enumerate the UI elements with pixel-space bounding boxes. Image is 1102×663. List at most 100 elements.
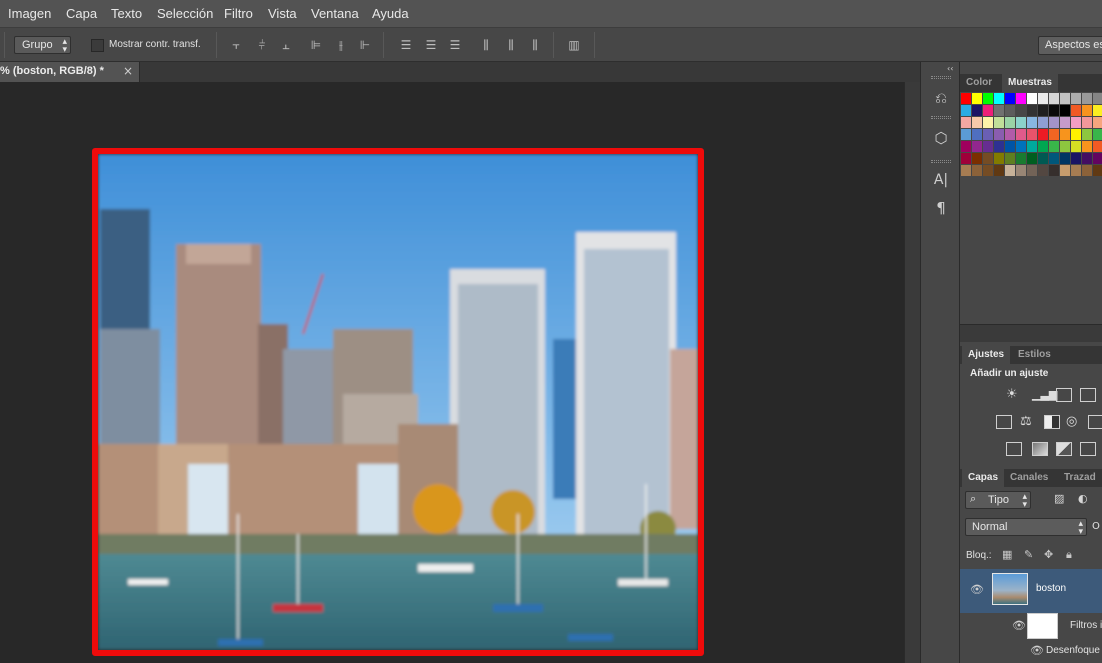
color-swatch[interactable] — [961, 153, 971, 164]
black-white-icon[interactable] — [1044, 415, 1060, 429]
color-swatch[interactable] — [972, 141, 982, 152]
menu-ventana[interactable]: Ventana — [311, 6, 359, 21]
workspace-button[interactable]: Aspectos ese — [1038, 36, 1102, 55]
color-swatch[interactable] — [1005, 153, 1015, 164]
show-transform-checkbox[interactable] — [91, 39, 104, 52]
color-swatch[interactable] — [1060, 165, 1070, 176]
color-swatch[interactable] — [1027, 153, 1037, 164]
tab-estilos[interactable]: Estilos — [1012, 346, 1057, 364]
visibility-eye-icon[interactable]: 👁︎ — [970, 583, 984, 596]
color-swatch[interactable] — [1016, 153, 1026, 164]
selective-color-icon[interactable] — [1080, 442, 1096, 456]
exposure-icon[interactable] — [1080, 388, 1096, 402]
color-swatch[interactable] — [1082, 141, 1092, 152]
levels-icon[interactable]: ▁▃▆ — [1032, 388, 1057, 402]
color-swatch[interactable] — [1038, 153, 1048, 164]
color-swatch[interactable] — [1016, 105, 1026, 116]
color-swatch[interactable] — [1093, 105, 1102, 116]
color-swatch[interactable] — [1038, 165, 1048, 176]
menu-seleccion[interactable]: Selección — [157, 6, 213, 21]
3d-cube-icon[interactable]: ⬡ — [931, 128, 951, 148]
color-swatch[interactable] — [1093, 153, 1102, 164]
color-swatch[interactable] — [1071, 129, 1081, 140]
color-swatch[interactable] — [1016, 93, 1026, 104]
threshold-icon[interactable] — [1056, 442, 1072, 456]
menu-texto[interactable]: Texto — [111, 6, 142, 21]
align-bottom-icon[interactable]: ⫠ — [278, 37, 294, 53]
align-vcenter-icon[interactable]: ⫩ — [254, 37, 270, 53]
menu-vista[interactable]: Vista — [268, 6, 297, 21]
color-swatch[interactable] — [972, 153, 982, 164]
color-swatch[interactable] — [972, 117, 982, 128]
distribute-bottom-icon[interactable]: ☰ — [447, 37, 463, 53]
color-swatch[interactable] — [1093, 141, 1102, 152]
color-swatch[interactable] — [1082, 129, 1092, 140]
color-swatch[interactable] — [994, 117, 1004, 128]
color-swatch[interactable] — [1071, 165, 1081, 176]
history-icon[interactable]: ⎌ — [931, 88, 951, 108]
vibrance-icon[interactable] — [996, 415, 1012, 429]
color-swatch[interactable] — [1060, 129, 1070, 140]
color-swatch[interactable] — [1060, 105, 1070, 116]
color-swatch[interactable] — [1027, 117, 1037, 128]
channel-mixer-icon[interactable] — [1088, 415, 1102, 429]
layer-row-boston[interactable]: 👁︎ boston — [960, 569, 1102, 613]
visibility-eye-icon[interactable]: 👁︎ — [1012, 619, 1026, 632]
lock-all-icon[interactable]: 🔒︎ — [1066, 548, 1072, 562]
color-swatch[interactable] — [994, 105, 1004, 116]
boston-photo-layer[interactable] — [92, 148, 704, 656]
color-swatch[interactable] — [994, 129, 1004, 140]
group-select[interactable]: Grupo ▴ ▾ — [14, 36, 71, 54]
color-swatch[interactable] — [983, 93, 993, 104]
color-swatch[interactable] — [1093, 93, 1102, 104]
color-swatch[interactable] — [994, 93, 1004, 104]
dock-grip[interactable] — [931, 76, 951, 79]
image-filter-icon[interactable]: ▨ — [1054, 492, 1064, 505]
color-swatch[interactable] — [983, 129, 993, 140]
color-swatch[interactable] — [983, 153, 993, 164]
color-swatch[interactable] — [1038, 129, 1048, 140]
color-swatch[interactable] — [961, 117, 971, 128]
color-swatch[interactable] — [961, 141, 971, 152]
menu-ayuda[interactable]: Ayuda — [372, 6, 409, 21]
color-swatch[interactable] — [1016, 129, 1026, 140]
color-swatch[interactable] — [1049, 141, 1059, 152]
color-swatch[interactable] — [1005, 93, 1015, 104]
color-swatch[interactable] — [1082, 93, 1092, 104]
color-swatch[interactable] — [1016, 165, 1026, 176]
layer-row-smart-filters[interactable]: 👁︎ Filtros i — [960, 613, 1102, 641]
color-swatch[interactable] — [961, 93, 971, 104]
character-icon[interactable]: A| — [931, 170, 951, 190]
color-swatch[interactable] — [1071, 153, 1081, 164]
color-swatch[interactable] — [1005, 165, 1015, 176]
color-swatch[interactable] — [1049, 153, 1059, 164]
color-swatch[interactable] — [972, 165, 982, 176]
color-swatch[interactable] — [972, 93, 982, 104]
document-tab[interactable]: % (boston, RGB/8) * × — [0, 62, 140, 82]
color-swatch[interactable] — [1082, 165, 1092, 176]
color-swatch[interactable] — [1049, 105, 1059, 116]
brightness-icon[interactable]: ☀ — [1006, 388, 1022, 402]
color-swatch[interactable] — [1005, 129, 1015, 140]
color-swatch[interactable] — [1038, 93, 1048, 104]
distribute-left-icon[interactable]: ⫼ — [478, 37, 494, 53]
collapse-dock-icon[interactable]: ‹‹ — [947, 64, 953, 73]
vertical-scrollbar[interactable] — [904, 82, 920, 663]
tab-capas[interactable]: Capas — [962, 469, 1005, 487]
color-swatch[interactable] — [1060, 117, 1070, 128]
color-swatch[interactable] — [1093, 117, 1102, 128]
distribute-right-icon[interactable]: ⫼ — [527, 37, 543, 53]
align-hcenter-icon[interactable]: ⫲ — [333, 37, 349, 53]
color-swatch[interactable] — [1027, 93, 1037, 104]
menu-filtro[interactable]: Filtro — [224, 6, 253, 21]
color-swatch[interactable] — [1093, 129, 1102, 140]
color-swatch[interactable] — [1071, 141, 1081, 152]
color-swatch[interactable] — [1060, 153, 1070, 164]
color-swatch[interactable] — [961, 105, 971, 116]
dock-grip[interactable] — [931, 160, 951, 163]
color-swatch[interactable] — [1071, 93, 1081, 104]
tab-trazados[interactable]: Trazad — [1058, 469, 1102, 487]
color-swatch[interactable] — [1049, 93, 1059, 104]
color-swatch[interactable] — [1038, 117, 1048, 128]
color-swatch[interactable] — [1082, 105, 1092, 116]
